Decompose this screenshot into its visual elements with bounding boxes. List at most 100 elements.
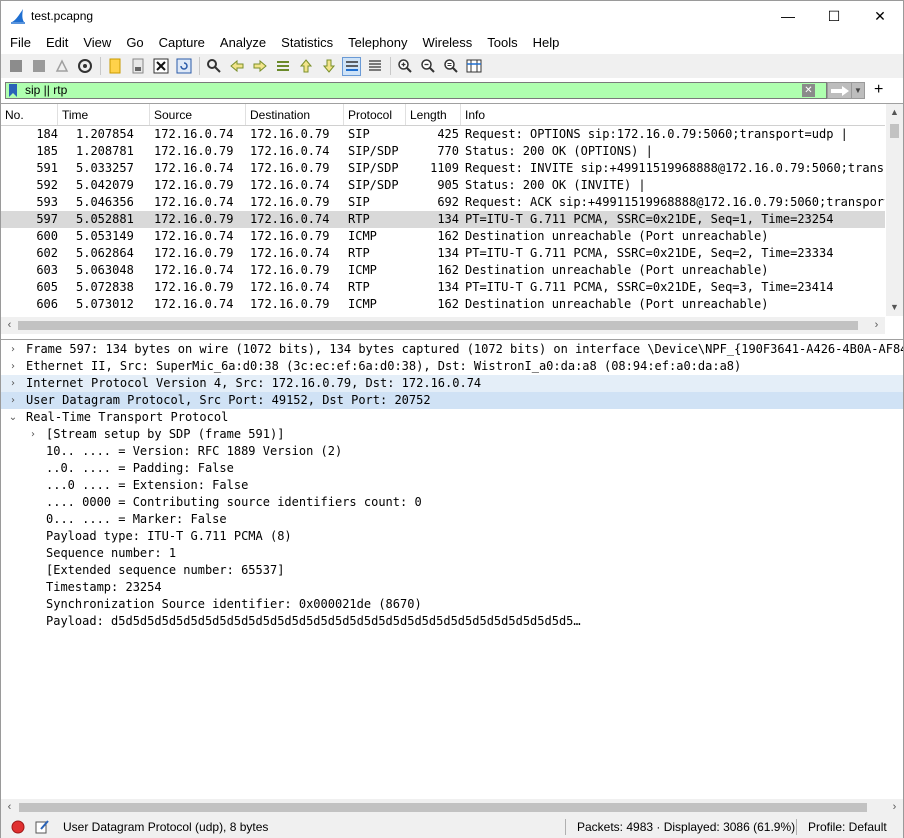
go-back-button[interactable] bbox=[227, 57, 246, 76]
detail-tree-item[interactable]: .... 0000 = Contributing source identifi… bbox=[1, 494, 903, 511]
detail-tree-item[interactable]: ⌄ Real-Time Transport Protocol bbox=[1, 409, 903, 426]
scroll-down-icon[interactable]: ▼ bbox=[886, 299, 903, 316]
collapsed-arrow-icon[interactable]: › bbox=[7, 358, 19, 375]
minimize-button[interactable]: — bbox=[765, 1, 811, 31]
detail-tree-item[interactable]: › Internet Protocol Version 4, Src: 172.1… bbox=[1, 375, 903, 392]
packet-list-hscroll[interactable]: ‹ › bbox=[1, 317, 885, 334]
expert-info-icon[interactable] bbox=[11, 820, 25, 834]
display-filter-input[interactable]: sip || rtp ✕ bbox=[5, 82, 827, 99]
table-row[interactable]: 593 5.046356 172.16.0.74 172.16.0.79 SIP 692 R… bbox=[1, 194, 885, 211]
zoom-in-button[interactable] bbox=[395, 57, 414, 76]
apply-filter-button[interactable] bbox=[827, 82, 852, 99]
table-row[interactable]: 592 5.042079 172.16.0.79 172.16.0.74 SIP/SDP… bbox=[1, 177, 885, 194]
table-row[interactable]: 606 5.073012 172.16.0.74 172.16.0.79 ICMP 162… bbox=[1, 296, 885, 313]
table-row[interactable]: 603 5.063048 172.16.0.74 172.16.0.79 ICMP 162… bbox=[1, 262, 885, 279]
collapsed-arrow-icon[interactable]: › bbox=[7, 341, 19, 358]
last-packet-button[interactable] bbox=[319, 57, 338, 76]
detail-tree-item[interactable]: › Frame 597: 134 bytes on wire (1072 bits… bbox=[1, 341, 903, 358]
colorize-button[interactable] bbox=[365, 57, 384, 76]
column-header-no[interactable]: No. bbox=[1, 104, 58, 125]
detail-tree-item[interactable]: Payload type: ITU-T G.711 PCMA (8) bbox=[1, 528, 903, 545]
menu-help[interactable]: Help bbox=[525, 33, 567, 53]
resize-columns-button[interactable] bbox=[464, 57, 483, 76]
table-row[interactable]: 602 5.062864 172.16.0.79 172.16.0.74 RTP 134 P… bbox=[1, 245, 885, 262]
detail-tree-item[interactable]: › [Stream setup by SDP (frame 591)] bbox=[1, 426, 903, 443]
cell-destination: 172.16.0.74 bbox=[250, 178, 330, 192]
normal-size-button[interactable] bbox=[441, 57, 460, 76]
clear-filter-icon[interactable]: ✕ bbox=[802, 84, 815, 97]
menu-file[interactable]: File bbox=[1, 33, 38, 53]
scroll-right-icon[interactable]: › bbox=[868, 317, 885, 334]
zoom-out-button[interactable] bbox=[418, 57, 437, 76]
reload-file-button[interactable] bbox=[174, 57, 193, 76]
cell-no: 591 bbox=[36, 161, 58, 175]
menu-edit[interactable]: Edit bbox=[38, 33, 75, 53]
scroll-right-icon[interactable]: › bbox=[886, 799, 903, 816]
detail-tree-item[interactable]: Payload: d5d5d5d5d5d5d5d5d5d5d5d5d5d5d5d… bbox=[1, 613, 903, 630]
table-row[interactable]: 600 5.053149 172.16.0.74 172.16.0.79 ICMP 162… bbox=[1, 228, 885, 245]
autoscroll-button[interactable] bbox=[342, 56, 361, 76]
go-to-packet-button[interactable] bbox=[273, 57, 292, 76]
table-row[interactable]: 597 5.052881 172.16.0.79 172.16.0.74 RTP 134 P… bbox=[1, 211, 885, 228]
table-row[interactable]: 185 1.208781 172.16.0.79 172.16.0.74 SIP/SDP… bbox=[1, 143, 885, 160]
minimize-icon: — bbox=[781, 8, 795, 24]
detail-tree-item[interactable]: › Ethernet II, Src: SuperMic_6a:d0:38 (3c… bbox=[1, 358, 903, 375]
start-capture-button[interactable] bbox=[6, 57, 25, 76]
scroll-thumb[interactable] bbox=[890, 124, 899, 138]
scroll-left-icon[interactable]: ‹ bbox=[1, 317, 18, 334]
scroll-thumb[interactable] bbox=[19, 803, 867, 812]
column-header-source[interactable]: Source bbox=[150, 104, 246, 125]
expanded-arrow-icon[interactable]: ⌄ bbox=[7, 409, 19, 426]
filter-history-dropdown[interactable]: ▼ bbox=[852, 82, 865, 99]
edit-comment-icon[interactable] bbox=[35, 820, 49, 834]
column-header-time[interactable]: Time bbox=[58, 104, 150, 125]
packet-list-vscroll[interactable]: ▲ ▼ bbox=[886, 104, 903, 316]
menu-view[interactable]: View bbox=[75, 33, 118, 53]
close-file-button[interactable] bbox=[151, 57, 170, 76]
detail-tree-item[interactable]: ...0 .... = Extension: False bbox=[1, 477, 903, 494]
column-header-length[interactable]: Length bbox=[406, 104, 461, 125]
menu-capture[interactable]: Capture bbox=[151, 33, 212, 53]
menu-tools[interactable]: Tools bbox=[479, 33, 524, 53]
column-header-info[interactable]: Info bbox=[461, 104, 885, 125]
restart-capture-button[interactable] bbox=[52, 57, 71, 76]
menu-statistics[interactable]: Statistics bbox=[273, 33, 340, 53]
scroll-thumb[interactable] bbox=[18, 321, 858, 330]
menu-telephony[interactable]: Telephony bbox=[340, 33, 414, 53]
collapsed-arrow-icon[interactable]: › bbox=[7, 392, 19, 409]
stop-capture-button[interactable] bbox=[29, 57, 48, 76]
detail-tree-item[interactable]: Timestamp: 23254 bbox=[1, 579, 903, 596]
table-row[interactable]: 591 5.033257 172.16.0.74 172.16.0.79 SIP/SDP… bbox=[1, 160, 885, 177]
open-file-button[interactable] bbox=[105, 57, 124, 76]
bookmark-icon[interactable] bbox=[8, 84, 18, 97]
colorize-icon bbox=[368, 60, 381, 71]
go-forward-button[interactable] bbox=[250, 57, 269, 76]
column-header-destination[interactable]: Destination bbox=[246, 104, 344, 125]
details-hscroll[interactable]: ‹ › bbox=[1, 799, 903, 816]
column-header-protocol[interactable]: Protocol bbox=[344, 104, 406, 125]
close-button[interactable]: ✕ bbox=[857, 1, 903, 31]
capture-options-button[interactable] bbox=[75, 57, 94, 76]
scroll-left-icon[interactable]: ‹ bbox=[1, 799, 18, 816]
status-profile[interactable]: Profile: Default bbox=[808, 816, 887, 838]
first-packet-button[interactable] bbox=[296, 57, 315, 76]
detail-tree-item[interactable]: 0... .... = Marker: False bbox=[1, 511, 903, 528]
menu-analyze[interactable]: Analyze bbox=[212, 33, 273, 53]
table-row[interactable]: 605 5.072838 172.16.0.79 172.16.0.74 RTP 134 P… bbox=[1, 279, 885, 296]
maximize-button[interactable]: ☐ bbox=[811, 1, 857, 31]
save-file-button[interactable] bbox=[128, 57, 147, 76]
detail-tree-item[interactable]: › User Datagram Protocol, Src Port: 49152… bbox=[1, 392, 903, 409]
detail-tree-item[interactable]: Sequence number: 1 bbox=[1, 545, 903, 562]
detail-tree-item[interactable]: [Extended sequence number: 65537] bbox=[1, 562, 903, 579]
menu-go[interactable]: Go bbox=[118, 33, 150, 53]
collapsed-arrow-icon[interactable]: › bbox=[7, 375, 19, 392]
detail-tree-item[interactable]: 10.. .... = Version: RFC 1889 Version (2… bbox=[1, 443, 903, 460]
detail-tree-item[interactable]: ..0. .... = Padding: False bbox=[1, 460, 903, 477]
detail-tree-item[interactable]: Synchronization Source identifier: 0x000… bbox=[1, 596, 903, 613]
scroll-up-icon[interactable]: ▲ bbox=[886, 104, 903, 121]
collapsed-arrow-icon[interactable]: › bbox=[27, 426, 39, 443]
find-packet-button[interactable] bbox=[204, 57, 223, 76]
add-filter-button[interactable]: + bbox=[874, 81, 883, 99]
menu-wireless[interactable]: Wireless bbox=[414, 33, 479, 53]
table-row[interactable]: 184 1.207854 172.16.0.74 172.16.0.79 SIP 425 R… bbox=[1, 126, 885, 143]
